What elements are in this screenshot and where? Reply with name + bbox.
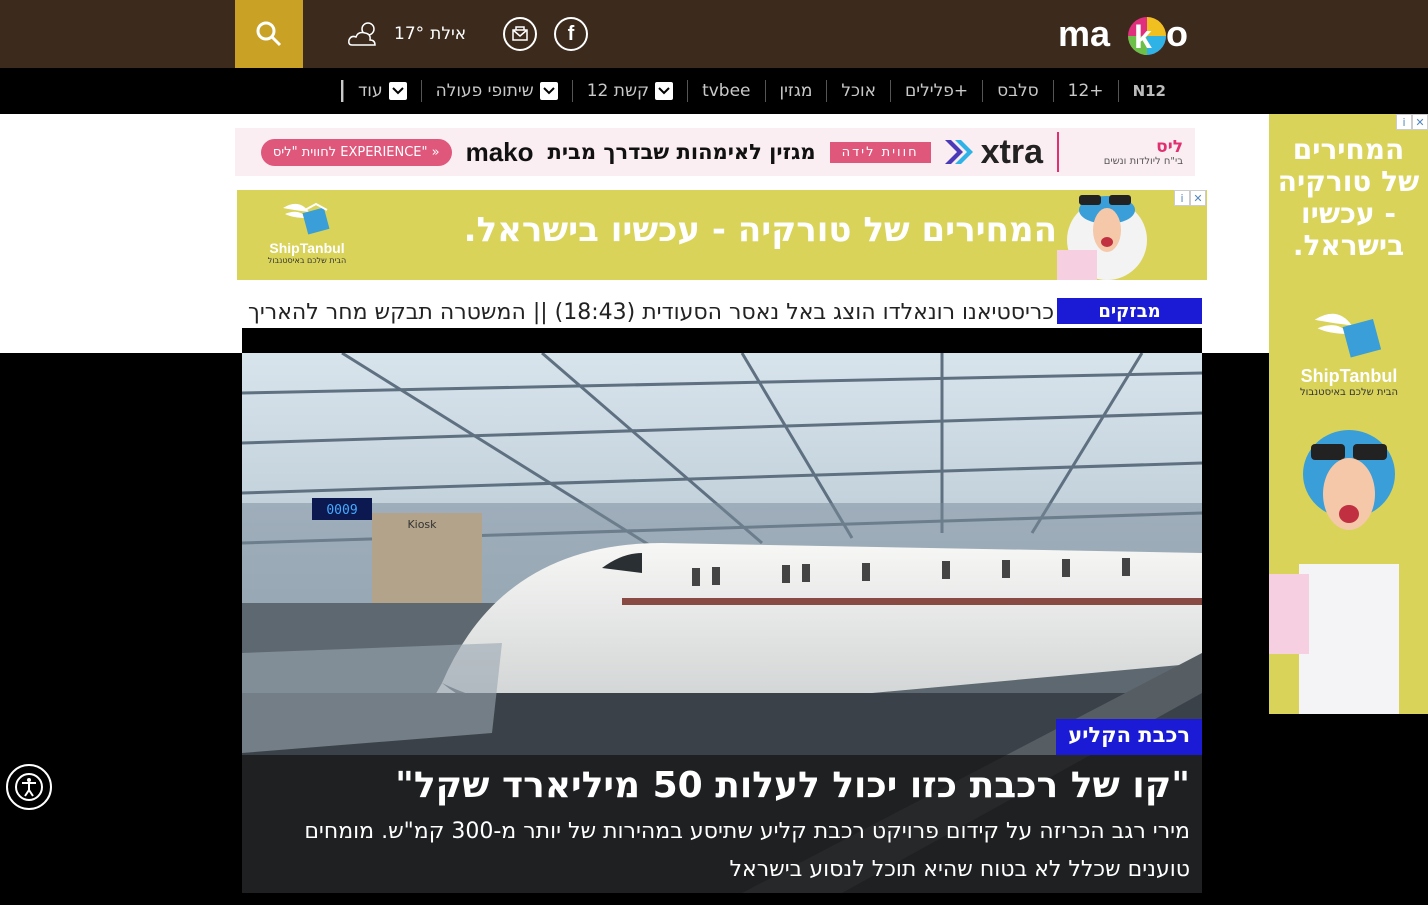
facebook-button[interactable]: f (554, 17, 588, 51)
nav-item-label: שיתופי פעולה (435, 81, 534, 101)
chevron-down-icon (655, 82, 674, 100)
top-header: 17° אילת f ma k o (0, 0, 1428, 68)
search-button[interactable] (235, 0, 303, 68)
shiptanbul-sub: הבית שלכם באיסטנבול (267, 256, 347, 265)
nav-item-4[interactable]: אוכל (826, 80, 890, 102)
weather-city: אילת (430, 24, 467, 44)
nav-item-7[interactable]: קשת 12 (571, 80, 687, 102)
nav-item-8[interactable]: שיתופי פעולה (420, 80, 572, 102)
birth-pill: חווית לידה (829, 141, 931, 163)
ticker-divider (242, 328, 1202, 353)
adchoices-icon[interactable]: i (1174, 190, 1190, 206)
chevron-down-icon (388, 82, 407, 100)
ad-close-icon[interactable]: ✕ (1190, 190, 1206, 206)
nav-item-label: tvbee (702, 81, 751, 101)
nav-item-label: N12 (1132, 82, 1166, 100)
svg-text:k: k (1134, 19, 1152, 55)
nav-item-1[interactable]: 12+ (1052, 80, 1118, 102)
nav-item-label: אוכל (841, 81, 877, 101)
breaking-news-ticker[interactable]: מבזקים כריסטיאנו רונאלדו הוצג באל נאסר ה… (242, 298, 1202, 328)
nav-item-9[interactable]: עוד (343, 80, 421, 102)
strip-mako-logo: mako (465, 136, 534, 167)
lis-sub: בי"ח ליולדות ונשים (1103, 155, 1183, 167)
breaking-news-label: מבזקים (1057, 298, 1202, 324)
side-shiptanbul-name: ShipTanbul (1300, 366, 1398, 386)
nav-item-label: 12+ (1067, 81, 1104, 101)
nav-item-6[interactable]: tvbee (687, 80, 764, 102)
nav-item-5[interactable]: מגזין (764, 80, 827, 102)
accessibility-button[interactable] (6, 764, 52, 810)
weather-text: 17° אילת (394, 24, 466, 44)
winged-box-icon (283, 202, 330, 235)
nav-item-label: סלבס (997, 81, 1039, 101)
weather-widget[interactable]: 17° אילת (346, 16, 466, 52)
strip-ad[interactable]: ליס בי"ח ליולדות ונשים xtra חווית לידה מ… (235, 128, 1195, 176)
mail-button[interactable] (503, 17, 537, 51)
side-shiptanbul-sub: הבית שלכם באיסטנבול (1299, 387, 1399, 398)
svg-text:o: o (1166, 13, 1188, 54)
nav-item-2[interactable]: סלבס (982, 80, 1053, 102)
nav-item-0[interactable]: N12 (1117, 80, 1180, 102)
lis-name: ליס (1156, 136, 1183, 157)
nav-item-label: פלילים+ (905, 81, 969, 101)
hero-caption: "קו של רכבת כזו יכול לעלות 50 מיליארד שק… (242, 755, 1202, 893)
xtra-chevron-icon (944, 140, 973, 164)
side-winged-box-icon (1314, 313, 1382, 358)
strip-text: מגזין לאימהות שבדרך מבית (547, 140, 816, 164)
cloudy-sun-icon (348, 22, 376, 46)
nav-item-label: עוד (358, 81, 383, 101)
nav-items: N12 12+ סלבס פלילים+ אוכל מגזין tvbee קשת 12 שית… (235, 68, 1180, 114)
search-icon (256, 21, 282, 47)
side-ad[interactable]: המחירים של טורקיה - עכשיו בישראל. ShipTa… (1269, 114, 1428, 714)
side-adchoices-icon[interactable]: i (1396, 114, 1412, 130)
hero-title[interactable]: "קו של רכבת כזו יכול לעלות 50 מיליארד שק… (254, 759, 1190, 813)
banner-ad[interactable]: המחירים של טורקיה - עכשיו בישראל. ShipTa… (237, 190, 1207, 280)
main-nav: N12 12+ סלבס פלילים+ אוכל מגזין tvbee קשת 12 שית… (0, 68, 1428, 114)
page: { "header": { "weather_city": "אילת", "w… (0, 0, 1428, 905)
hero-article[interactable]: 0009 Kiosk רכבת הקליע "קו של רכבת כזו יכ… (242, 353, 1202, 893)
kiosk-sign: Kiosk (407, 518, 437, 531)
strip-cta-button[interactable]: לחווית "ליס EXPERIENCE" » (260, 138, 452, 166)
shiptanbul-logo: ShipTanbul הבית שלכם באיסטנבול (257, 198, 357, 274)
mako-logo-mark: ma k o (1058, 13, 1188, 55)
nav-item-3[interactable]: פלילים+ (890, 80, 982, 102)
lis-brand: ליס בי"ח ליולדות ונשים (1057, 132, 1187, 172)
side-ad-model (1269, 430, 1399, 714)
strip-cta-label: לחווית "ליס EXPERIENCE" (272, 144, 428, 160)
platform-sign: 0009 (326, 503, 357, 518)
shiptanbul-name: ShipTanbul (269, 240, 345, 256)
chevron-down-icon (539, 82, 558, 100)
hero-subtitle: מירי רגב הכריזה על קידום פרויקט רכבת קלי… (304, 819, 1190, 882)
side-ad-text: המחירים של טורקיה - עכשיו בישראל. (1277, 133, 1420, 262)
hero-category-tag[interactable]: רכבת הקליע (1056, 719, 1202, 755)
mako-logo[interactable]: ma k o (1056, 10, 1196, 60)
nav-item-label: מגזין (779, 81, 813, 101)
mail-icon (512, 26, 528, 41)
side-shiptanbul-logo: ShipTanbul הבית שלכם באיסטנבול (1289, 304, 1409, 398)
svg-text:ma: ma (1058, 13, 1111, 54)
accessibility-icon (15, 773, 43, 801)
banner-text: המחירים של טורקיה - עכשיו בישראל. (463, 210, 1057, 250)
facebook-icon: f (567, 22, 575, 45)
xtra-text: xtra (980, 132, 1043, 171)
xtra-logo: xtra (944, 132, 1043, 172)
breaking-news-text[interactable]: כריסטיאנו רונאלדו הוצג באל נאסר הסעודית … (242, 300, 1054, 325)
weather-temp: 17° (394, 24, 425, 44)
nav-item-label: קשת 12 (586, 81, 650, 101)
side-ad-close-icon[interactable]: ✕ (1412, 114, 1428, 130)
